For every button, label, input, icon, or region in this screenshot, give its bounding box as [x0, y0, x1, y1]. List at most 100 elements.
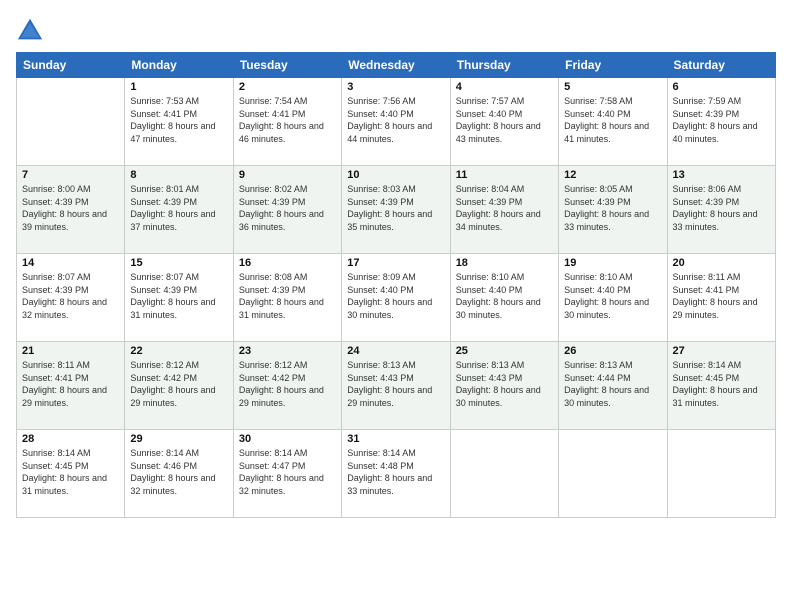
sunset-text: Sunset: 4:39 PM [239, 284, 336, 297]
calendar-cell: 10Sunrise: 8:03 AMSunset: 4:39 PMDayligh… [342, 166, 450, 254]
sunset-text: Sunset: 4:39 PM [456, 196, 553, 209]
day-number: 9 [239, 169, 336, 181]
day-info: Sunrise: 8:11 AMSunset: 4:41 PMDaylight:… [22, 359, 119, 409]
day-number: 31 [347, 433, 444, 445]
calendar-cell: 2Sunrise: 7:54 AMSunset: 4:41 PMDaylight… [233, 78, 341, 166]
sunset-text: Sunset: 4:41 PM [22, 372, 119, 385]
daylight-text: Daylight: 8 hours and 36 minutes. [239, 208, 336, 233]
day-info: Sunrise: 8:00 AMSunset: 4:39 PMDaylight:… [22, 183, 119, 233]
day-number: 26 [564, 345, 661, 357]
sunrise-text: Sunrise: 8:12 AM [239, 359, 336, 372]
sunset-text: Sunset: 4:39 PM [130, 196, 227, 209]
calendar-cell: 27 Sunrise: 8:14 AMSunset: 4:45 PMDayligh… [667, 342, 775, 430]
day-info: Sunrise: 8:01 AMSunset: 4:39 PMDaylight:… [130, 183, 227, 233]
calendar-week-row: 28 Sunrise: 8:14 AMSunset: 4:45 PMDayligh… [17, 430, 776, 518]
calendar-cell: 14Sunrise: 8:07 AMSunset: 4:39 PMDayligh… [17, 254, 125, 342]
sunrise-text: Sunrise: 8:11 AM [22, 359, 119, 372]
sunrise-text: Sunrise: 8:11 AM [673, 271, 770, 284]
day-info: Sunrise: 7:57 AMSunset: 4:40 PMDaylight:… [456, 95, 553, 145]
logo-icon [16, 16, 44, 44]
day-info: Sunrise: 7:54 AMSunset: 4:41 PMDaylight:… [239, 95, 336, 145]
sunrise-text: Sunrise: 8:14 AM [673, 359, 770, 372]
sunrise-text: Sunrise: 8:05 AM [564, 183, 661, 196]
sunrise-text: Sunrise: 7:57 AM [456, 95, 553, 108]
calendar-cell: 1 Sunrise: 7:53 AMSunset: 4:41 PMDaylight… [125, 78, 233, 166]
sunset-text: Sunset: 4:45 PM [22, 460, 119, 473]
calendar-cell: 30Sunrise: 8:14 AMSunset: 4:47 PMDayligh… [233, 430, 341, 518]
sunset-text: Sunset: 4:41 PM [239, 108, 336, 121]
sunset-text: Sunset: 4:46 PM [130, 460, 227, 473]
calendar-cell: 23 Sunrise: 8:12 AMSunset: 4:42 PMDayligh… [233, 342, 341, 430]
day-info: Sunrise: 8:14 AMSunset: 4:45 PMDaylight:… [22, 447, 119, 497]
weekday-header-sunday: Sunday [17, 53, 125, 78]
calendar-cell: 3Sunrise: 7:56 AMSunset: 4:40 PMDaylight… [342, 78, 450, 166]
day-number: 10 [347, 169, 444, 181]
header [16, 12, 776, 44]
day-number: 7 [22, 169, 119, 181]
sunset-text: Sunset: 4:40 PM [456, 108, 553, 121]
daylight-text: Daylight: 8 hours and 29 minutes. [130, 384, 227, 409]
calendar-week-row: 7 Sunrise: 8:00 AMSunset: 4:39 PMDaylight… [17, 166, 776, 254]
calendar-cell: 5Sunrise: 7:58 AMSunset: 4:40 PMDaylight… [559, 78, 667, 166]
sunrise-text: Sunrise: 7:53 AM [130, 95, 227, 108]
day-info: Sunrise: 8:12 AMSunset: 4:42 PMDaylight:… [239, 359, 336, 409]
day-number: 28 [22, 433, 119, 445]
day-info: Sunrise: 8:07 AMSunset: 4:39 PMDaylight:… [130, 271, 227, 321]
logo [16, 16, 47, 44]
day-number: 11 [456, 169, 553, 181]
calendar-cell: 26 Sunrise: 8:13 AMSunset: 4:44 PMDayligh… [559, 342, 667, 430]
calendar-cell: 17Sunrise: 8:09 AMSunset: 4:40 PMDayligh… [342, 254, 450, 342]
day-number: 8 [130, 169, 227, 181]
calendar-cell: 8 Sunrise: 8:01 AMSunset: 4:39 PMDaylight… [125, 166, 233, 254]
calendar-cell: 4 Sunrise: 7:57 AMSunset: 4:40 PMDaylight… [450, 78, 558, 166]
day-info: Sunrise: 8:13 AMSunset: 4:43 PMDaylight:… [456, 359, 553, 409]
sunset-text: Sunset: 4:43 PM [456, 372, 553, 385]
day-number: 4 [456, 81, 553, 93]
daylight-text: Daylight: 8 hours and 33 minutes. [564, 208, 661, 233]
sunrise-text: Sunrise: 8:07 AM [130, 271, 227, 284]
sunset-text: Sunset: 4:39 PM [22, 284, 119, 297]
day-number: 27 [673, 345, 770, 357]
calendar-cell: 28 Sunrise: 8:14 AMSunset: 4:45 PMDayligh… [17, 430, 125, 518]
day-number: 18 [456, 257, 553, 269]
sunrise-text: Sunrise: 8:14 AM [347, 447, 444, 460]
sunset-text: Sunset: 4:40 PM [564, 284, 661, 297]
calendar-cell [667, 430, 775, 518]
day-info: Sunrise: 8:14 AMSunset: 4:46 PMDaylight:… [130, 447, 227, 497]
day-number: 30 [239, 433, 336, 445]
day-info: Sunrise: 8:05 AMSunset: 4:39 PMDaylight:… [564, 183, 661, 233]
day-info: Sunrise: 8:09 AMSunset: 4:40 PMDaylight:… [347, 271, 444, 321]
sunrise-text: Sunrise: 7:56 AM [347, 95, 444, 108]
day-number: 23 [239, 345, 336, 357]
daylight-text: Daylight: 8 hours and 32 minutes. [22, 296, 119, 321]
page: SundayMondayTuesdayWednesdayThursdayFrid… [0, 0, 792, 612]
day-number: 25 [456, 345, 553, 357]
weekday-header-thursday: Thursday [450, 53, 558, 78]
sunset-text: Sunset: 4:40 PM [456, 284, 553, 297]
calendar-cell: 6Sunrise: 7:59 AMSunset: 4:39 PMDaylight… [667, 78, 775, 166]
day-info: Sunrise: 8:13 AMSunset: 4:44 PMDaylight:… [564, 359, 661, 409]
calendar-cell [450, 430, 558, 518]
daylight-text: Daylight: 8 hours and 31 minutes. [673, 384, 770, 409]
sunrise-text: Sunrise: 7:58 AM [564, 95, 661, 108]
day-info: Sunrise: 8:11 AMSunset: 4:41 PMDaylight:… [673, 271, 770, 321]
weekday-header-tuesday: Tuesday [233, 53, 341, 78]
calendar-cell: 18 Sunrise: 8:10 AMSunset: 4:40 PMDayligh… [450, 254, 558, 342]
day-number: 1 [130, 81, 227, 93]
sunrise-text: Sunrise: 8:01 AM [130, 183, 227, 196]
sunset-text: Sunset: 4:45 PM [673, 372, 770, 385]
day-number: 15 [130, 257, 227, 269]
day-info: Sunrise: 8:10 AMSunset: 4:40 PMDaylight:… [564, 271, 661, 321]
calendar-cell: 29Sunrise: 8:14 AMSunset: 4:46 PMDayligh… [125, 430, 233, 518]
day-number: 3 [347, 81, 444, 93]
sunrise-text: Sunrise: 8:10 AM [456, 271, 553, 284]
day-info: Sunrise: 8:08 AMSunset: 4:39 PMDaylight:… [239, 271, 336, 321]
weekday-header-saturday: Saturday [667, 53, 775, 78]
sunrise-text: Sunrise: 7:59 AM [673, 95, 770, 108]
daylight-text: Daylight: 8 hours and 30 minutes. [456, 296, 553, 321]
sunrise-text: Sunrise: 8:13 AM [564, 359, 661, 372]
day-number: 6 [673, 81, 770, 93]
day-info: Sunrise: 7:53 AMSunset: 4:41 PMDaylight:… [130, 95, 227, 145]
daylight-text: Daylight: 8 hours and 29 minutes. [673, 296, 770, 321]
daylight-text: Daylight: 8 hours and 47 minutes. [130, 120, 227, 145]
